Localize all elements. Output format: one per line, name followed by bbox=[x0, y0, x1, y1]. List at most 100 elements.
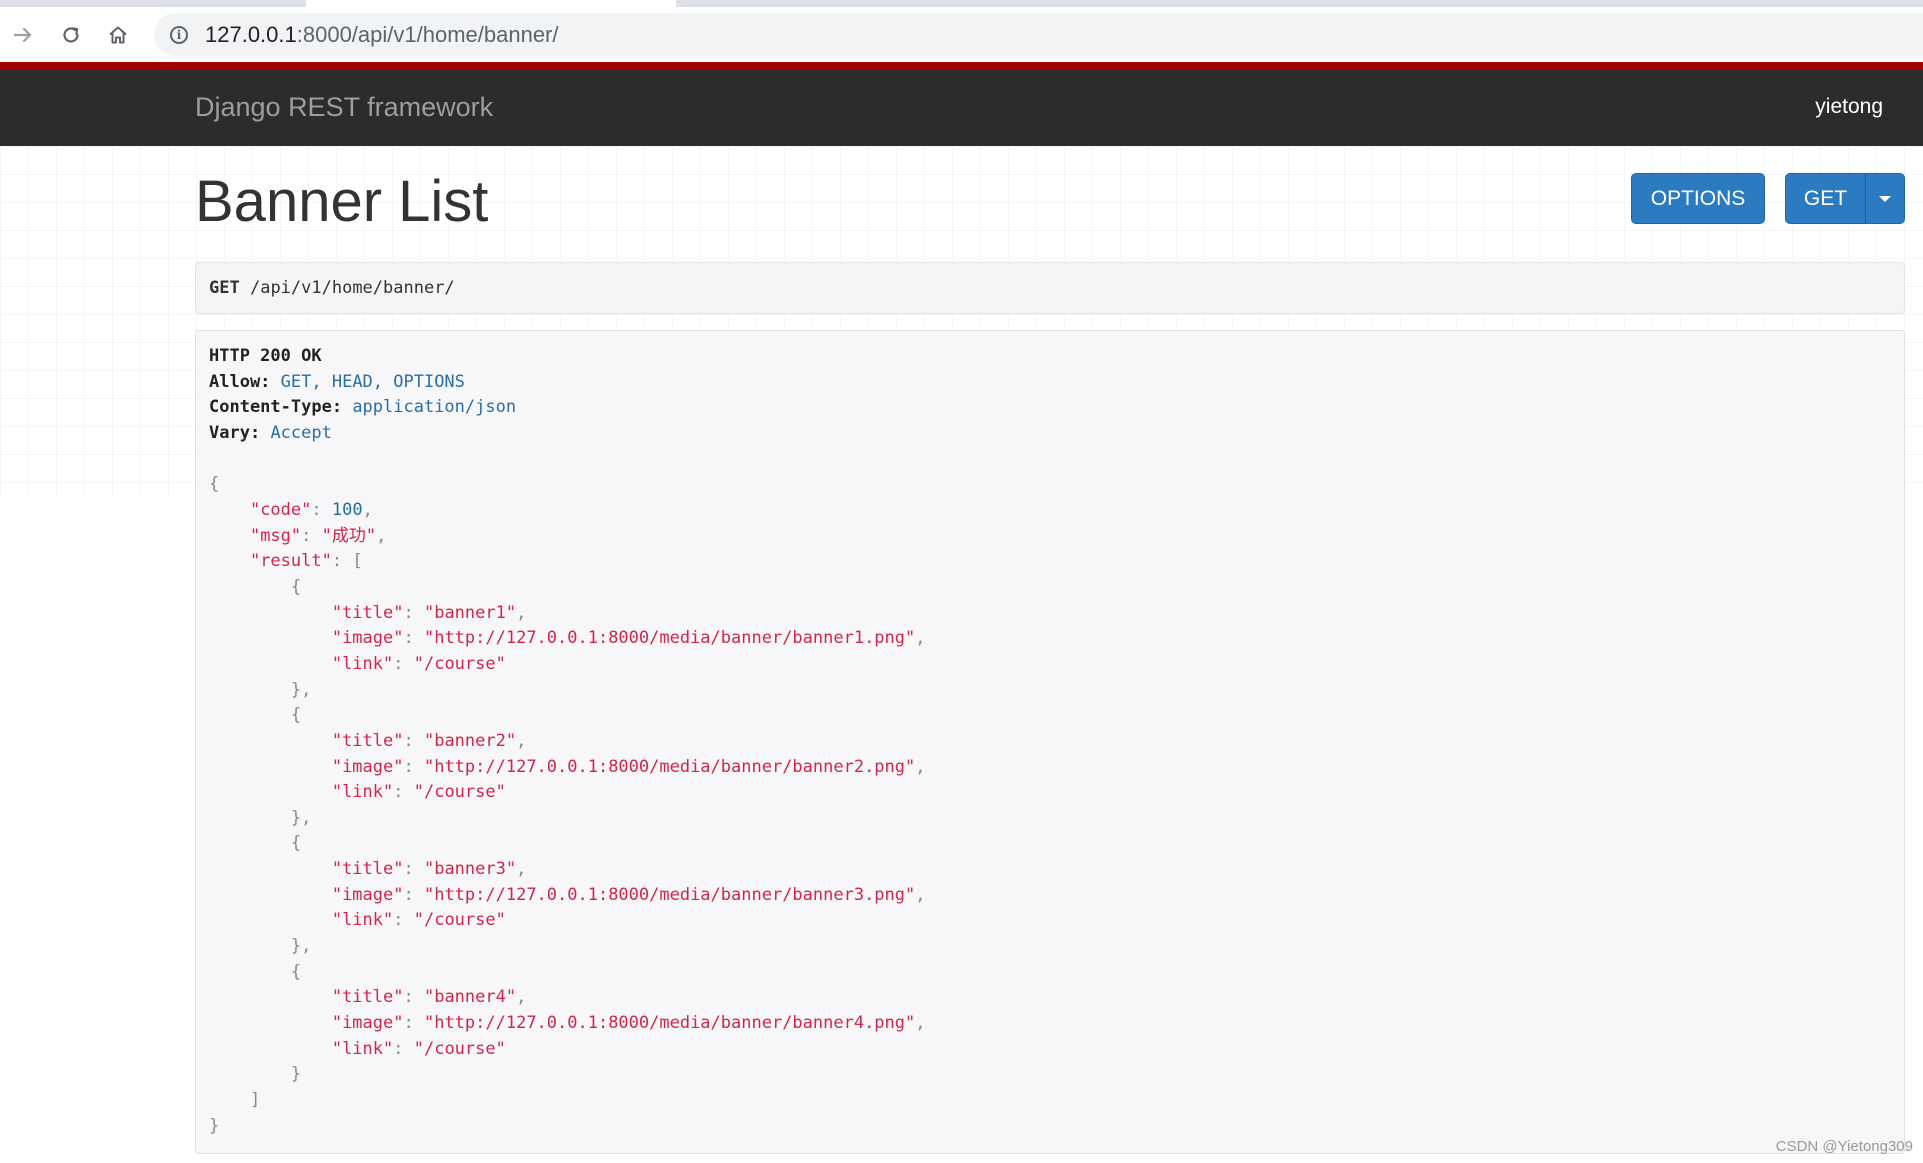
json-punct: , bbox=[915, 628, 926, 649]
home-icon bbox=[109, 26, 127, 44]
request-info: GET /api/v1/home/banner/ bbox=[195, 262, 1905, 314]
address-bar[interactable]: i 127.0.0.1:8000/api/v1/home/banner/ bbox=[154, 13, 1923, 56]
forward-button[interactable] bbox=[6, 18, 40, 52]
info-icon[interactable]: i bbox=[170, 25, 188, 44]
json-punct: : bbox=[311, 499, 332, 520]
json-punct: : bbox=[393, 782, 414, 803]
url-path: :8000/api/v1/home/banner/ bbox=[296, 21, 559, 47]
json-string: "/course" bbox=[413, 910, 506, 931]
options-button[interactable]: OPTIONS bbox=[1631, 173, 1765, 224]
json-string: "/course" bbox=[413, 653, 506, 674]
response-header-key: Allow: bbox=[209, 371, 271, 392]
json-punct: { bbox=[209, 474, 220, 495]
json-number: 100 bbox=[331, 499, 363, 520]
json-punct: : bbox=[403, 1013, 424, 1034]
watermark: CSDN @Yietong309 bbox=[1775, 1138, 1913, 1155]
json-punct: : bbox=[393, 910, 414, 931]
json-string: "http://127.0.0.1:8000/media/banner/bann… bbox=[423, 1013, 916, 1034]
json-punct: , bbox=[362, 499, 373, 520]
json-punct: , bbox=[516, 987, 527, 1008]
tab-strip bbox=[0, 0, 1923, 7]
reload-button[interactable] bbox=[54, 18, 88, 52]
page-title: Banner List bbox=[195, 169, 489, 234]
caret-down-icon bbox=[1879, 195, 1891, 202]
json-punct: { bbox=[290, 705, 302, 726]
response-status: HTTP 200 OK bbox=[209, 346, 322, 366]
json-key: "title" bbox=[331, 602, 404, 623]
response-header-value: GET, HEAD, OPTIONS bbox=[280, 371, 465, 392]
json-string: "banner4" bbox=[423, 987, 517, 1008]
json-punct: : bbox=[393, 653, 414, 674]
response-header-key: Content-Type: bbox=[209, 397, 343, 418]
navbar-brand[interactable]: Django REST framework bbox=[195, 92, 493, 123]
json-punct: : bbox=[393, 1038, 414, 1059]
json-string: "/course" bbox=[413, 1038, 506, 1059]
json-key: "title" bbox=[331, 987, 404, 1008]
json-punct: }, bbox=[290, 807, 312, 828]
json-punct: } bbox=[209, 1115, 220, 1136]
json-key: "image" bbox=[331, 756, 404, 777]
json-punct: : bbox=[403, 859, 424, 880]
json-string: "http://127.0.0.1:8000/media/banner/bann… bbox=[423, 884, 916, 905]
response-header-value: Accept bbox=[270, 422, 332, 443]
json-key: "image" bbox=[331, 628, 404, 649]
arrow-right-icon bbox=[13, 27, 32, 43]
active-tab[interactable] bbox=[306, 0, 676, 7]
json-punct: , bbox=[516, 602, 527, 623]
json-punct: { bbox=[290, 833, 302, 854]
json-punct: { bbox=[290, 576, 302, 597]
response-info: HTTP 200 OK Allow: GET, HEAD, OPTIONS Co… bbox=[195, 330, 1905, 1154]
json-punct: : bbox=[301, 525, 322, 546]
json-key: "link" bbox=[331, 1038, 394, 1059]
json-punct: : bbox=[403, 602, 424, 623]
json-punct: : bbox=[403, 730, 424, 751]
navbar: Django REST framework yietong bbox=[0, 69, 1923, 146]
json-punct: , bbox=[376, 525, 387, 546]
json-punct: , bbox=[516, 859, 527, 880]
json-string: "banner2" bbox=[423, 730, 517, 751]
json-key: "code" bbox=[249, 499, 312, 520]
json-key: "image" bbox=[331, 1013, 404, 1034]
browser-toolbar: i 127.0.0.1:8000/api/v1/home/banner/ bbox=[0, 0, 1923, 62]
json-key: "link" bbox=[331, 782, 394, 803]
navbar-user[interactable]: yietong bbox=[1815, 95, 1883, 119]
json-string: "banner3" bbox=[423, 859, 517, 880]
json-string: "banner1" bbox=[423, 602, 517, 623]
json-key: "title" bbox=[331, 859, 404, 880]
accent-strip bbox=[0, 62, 1923, 69]
json-punct: , bbox=[915, 1013, 926, 1034]
json-punct: { bbox=[290, 961, 302, 982]
request-method: GET bbox=[209, 278, 240, 298]
json-punct: : bbox=[403, 628, 424, 649]
url-host: 127.0.0.1 bbox=[205, 21, 297, 47]
json-key: "image" bbox=[331, 884, 404, 905]
reload-icon bbox=[63, 27, 79, 43]
json-punct: : bbox=[403, 987, 424, 1008]
json-punct: } bbox=[290, 1064, 302, 1085]
get-button[interactable]: GET bbox=[1785, 173, 1866, 224]
json-punct: , bbox=[915, 884, 926, 905]
json-punct: : [ bbox=[331, 551, 363, 572]
json-string: "成功" bbox=[321, 525, 377, 546]
home-button[interactable] bbox=[101, 18, 135, 52]
json-punct: }, bbox=[290, 679, 312, 700]
json-key: "link" bbox=[331, 653, 394, 674]
response-header-value: application/json bbox=[352, 397, 517, 418]
json-punct: ] bbox=[249, 1090, 261, 1111]
json-key: "title" bbox=[331, 730, 404, 751]
request-path: /api/v1/home/banner/ bbox=[249, 278, 455, 298]
json-key: "result" bbox=[249, 551, 332, 572]
response-header-key: Vary: bbox=[209, 422, 261, 443]
url-text: 127.0.0.1:8000/api/v1/home/banner/ bbox=[205, 22, 559, 48]
json-punct: }, bbox=[290, 936, 312, 957]
json-punct: , bbox=[516, 730, 527, 751]
get-format-dropdown[interactable] bbox=[1865, 173, 1905, 224]
json-punct: , bbox=[915, 756, 926, 777]
json-punct: : bbox=[403, 884, 424, 905]
json-string: "/course" bbox=[413, 782, 506, 803]
json-string: "http://127.0.0.1:8000/media/banner/bann… bbox=[423, 628, 916, 649]
json-string: "http://127.0.0.1:8000/media/banner/bann… bbox=[423, 756, 916, 777]
json-key: "link" bbox=[331, 910, 394, 931]
json-key: "msg" bbox=[249, 525, 302, 546]
json-punct: : bbox=[403, 756, 424, 777]
